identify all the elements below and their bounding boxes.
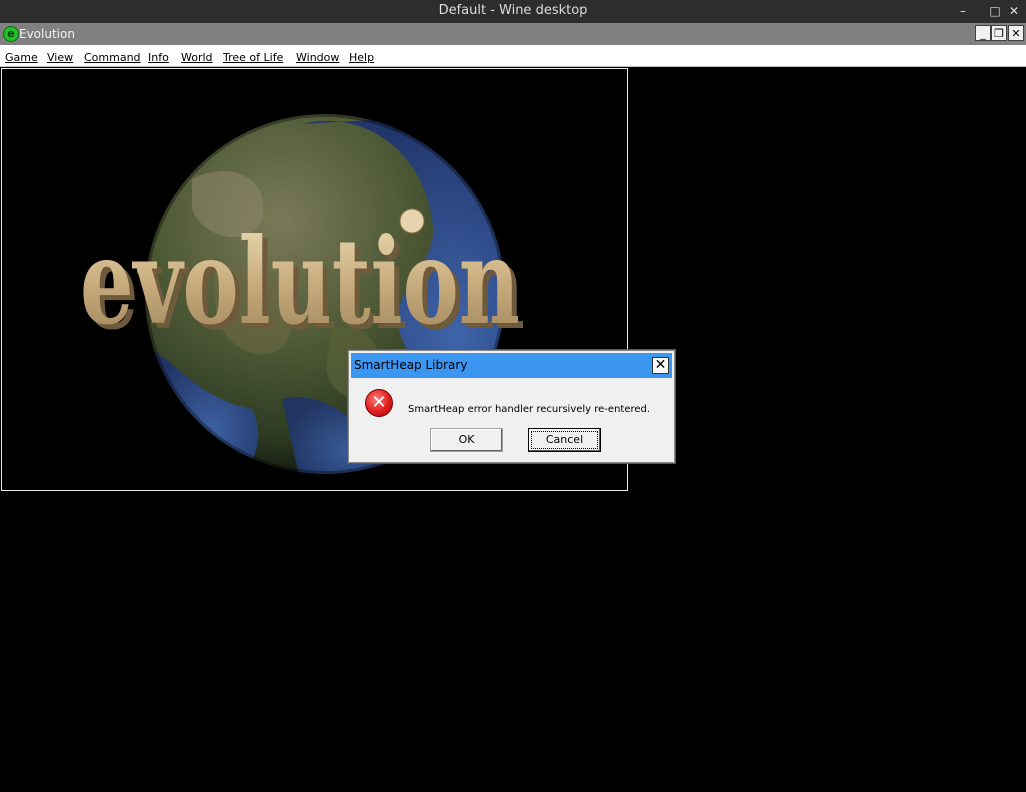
host-window-title: Default - Wine desktop bbox=[438, 3, 588, 18]
svg-text:evolution: evolution bbox=[80, 212, 520, 351]
menu-help[interactable]: Help bbox=[349, 51, 374, 64]
error-icon: ✕ bbox=[365, 389, 393, 417]
dialog-close-button[interactable]: ✕ bbox=[652, 357, 669, 374]
evolution-logo-text: evolution evolution bbox=[80, 212, 525, 356]
evolution-logo-icon: e bbox=[3, 26, 19, 42]
smartheap-error-dialog: SmartHeap Library ✕ ✕ SmartHeap error ha… bbox=[348, 350, 675, 463]
host-titlebar: Default - Wine desktop – □ ✕ bbox=[0, 0, 1026, 23]
app-minimize-button[interactable]: _ bbox=[975, 25, 991, 41]
app-titlebar: e Evolution _ ❐ ✕ bbox=[0, 23, 1026, 45]
dialog-title: SmartHeap Library bbox=[354, 358, 468, 372]
app-window-title: Evolution bbox=[19, 27, 75, 41]
host-close-button[interactable]: ✕ bbox=[1005, 1, 1023, 21]
menu-game[interactable]: Game bbox=[5, 51, 38, 64]
app-restore-button[interactable]: ❐ bbox=[991, 25, 1007, 41]
menu-world[interactable]: World bbox=[181, 51, 213, 64]
dialog-titlebar[interactable]: SmartHeap Library ✕ bbox=[351, 353, 672, 378]
menu-info[interactable]: Info bbox=[148, 51, 169, 64]
menu-tree-of-life[interactable]: Tree of Life bbox=[223, 51, 283, 64]
ok-button[interactable]: OK bbox=[430, 428, 503, 452]
cancel-button[interactable]: Cancel bbox=[528, 428, 601, 452]
menu-view[interactable]: View bbox=[47, 51, 73, 64]
host-maximize-button[interactable]: □ bbox=[986, 1, 1004, 21]
host-minimize-button[interactable]: – bbox=[954, 1, 972, 21]
menu-command[interactable]: Command bbox=[84, 51, 141, 64]
menu-window[interactable]: Window bbox=[296, 51, 339, 64]
app-close-button[interactable]: ✕ bbox=[1008, 25, 1024, 41]
dialog-message: SmartHeap error handler recursively re-e… bbox=[408, 404, 651, 415]
menu-bar: Game View Command Info World Tree of Lif… bbox=[0, 45, 1026, 67]
